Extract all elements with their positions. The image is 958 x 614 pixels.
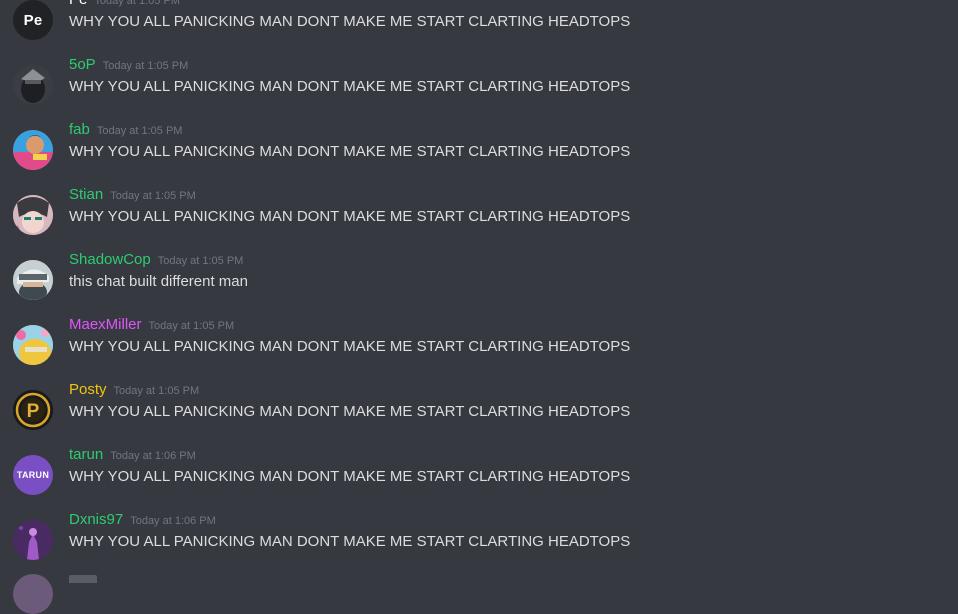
svg-text:P: P [27, 401, 40, 422]
timestamp: Today at 1:05 PM [148, 320, 235, 332]
ninja-avatar-icon [13, 65, 53, 105]
message-header: Posty Today at 1:05 PM [69, 379, 199, 401]
message: Pe Pe Today at 1:05 PM WHY YOU ALL PANIC… [0, 0, 958, 54]
username[interactable]: ShadowCop [69, 249, 151, 271]
message-content: WHY YOU ALL PANICKING MAN DONT MAKE ME S… [69, 403, 631, 420]
timestamp: Today at 1:06 PM [130, 515, 216, 527]
message-content: WHY YOU ALL PANICKING MAN DONT MAKE ME S… [69, 468, 631, 485]
message: 5oP Today at 1:05 PM WHY YOU ALL PANICKI… [0, 54, 958, 119]
message: ShadowCop Today at 1:05 PM this chat bui… [0, 249, 958, 314]
message: MaexMiller Today at 1:05 PM WHY YOU ALL … [0, 314, 958, 379]
message: TARUN tarun Today at 1:06 PM WHY YOU ALL… [0, 444, 958, 509]
message-header: ShadowCop Today at 1:05 PM [69, 249, 243, 271]
username[interactable]: fab [69, 119, 90, 141]
username[interactable]: Stian [69, 184, 103, 206]
timestamp: Today at 1:05 PM [113, 385, 200, 397]
timestamp: Today at 1:05 PM [157, 255, 244, 267]
avatar[interactable] [13, 195, 53, 235]
character-avatar-icon [13, 130, 53, 170]
username[interactable]: tarun [69, 444, 103, 466]
username[interactable]: Pe [69, 0, 87, 11]
avatar[interactable]: Pe [13, 0, 53, 40]
message-content: WHY YOU ALL PANICKING MAN DONT MAKE ME S… [69, 338, 631, 355]
message: Stian Today at 1:05 PM WHY YOU ALL PANIC… [0, 184, 958, 249]
message-header: Stian Today at 1:05 PM [69, 184, 196, 206]
message: fab Today at 1:05 PM WHY YOU ALL PANICKI… [0, 119, 958, 184]
username[interactable]: 5oP [69, 54, 96, 76]
avatar[interactable] [13, 260, 53, 300]
message-content: WHY YOU ALL PANICKING MAN DONT MAKE ME S… [69, 533, 631, 550]
avatar[interactable] [13, 520, 53, 560]
message: P Posty Today at 1:05 PM WHY YOU ALL PAN… [0, 379, 958, 444]
message-header: MaexMiller Today at 1:05 PM [69, 314, 234, 336]
message-content: WHY YOU ALL PANICKING MAN DONT MAKE ME S… [69, 143, 631, 160]
message-header: fab Today at 1:05 PM [69, 119, 182, 141]
username[interactable]: Posty [69, 379, 107, 401]
letter-p-badge-icon: P [13, 390, 53, 430]
message-content: WHY YOU ALL PANICKING MAN DONT MAKE ME S… [69, 78, 631, 95]
timestamp: Today at 1:05 PM [110, 190, 196, 202]
avatar[interactable]: P [13, 390, 53, 430]
message-header: Pe Today at 1:05 PM [69, 0, 180, 11]
message-list: Pe Pe Today at 1:05 PM WHY YOU ALL PANIC… [0, 0, 958, 574]
cartoon-avatar-icon [13, 325, 53, 365]
message-header: tarun Today at 1:06 PM [69, 444, 196, 466]
masked-avatar-icon [13, 260, 53, 300]
message-header: 5oP Today at 1:05 PM [69, 54, 188, 76]
message-content: WHY YOU ALL PANICKING MAN DONT MAKE ME S… [69, 208, 631, 225]
username[interactable]: Dxnis97 [69, 509, 123, 531]
figure-avatar-icon [13, 520, 53, 560]
username-partial [69, 571, 99, 583]
avatar[interactable] [13, 574, 53, 614]
timestamp: Today at 1:06 PM [110, 450, 196, 462]
avatar[interactable]: TARUN [13, 455, 53, 495]
timestamp: Today at 1:05 PM [102, 60, 189, 72]
message: Dxnis97 Today at 1:06 PM WHY YOU ALL PAN… [0, 509, 958, 574]
avatar-initials: Pe [23, 11, 43, 29]
avatar-initials: TARUN [16, 470, 50, 480]
message-content: WHY YOU ALL PANICKING MAN DONT MAKE ME S… [69, 13, 631, 30]
message-header: Dxnis97 Today at 1:06 PM [69, 509, 216, 531]
message-content: this chat built different man [69, 273, 248, 290]
avatar[interactable] [13, 65, 53, 105]
anime-avatar-icon [13, 195, 53, 235]
avatar[interactable] [13, 130, 53, 170]
timestamp: Today at 1:05 PM [96, 125, 183, 137]
username[interactable]: MaexMiller [69, 314, 142, 336]
avatar[interactable] [13, 325, 53, 365]
